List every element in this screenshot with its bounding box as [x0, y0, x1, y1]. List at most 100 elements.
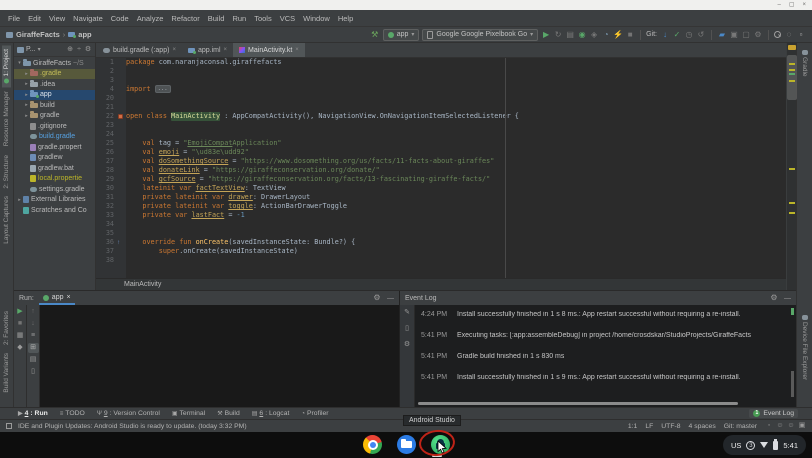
apply-changes-icon[interactable]: ⚡: [613, 30, 623, 40]
build-hammer-icon[interactable]: ⚒: [370, 30, 380, 40]
expand-arrow-icon[interactable]: ▸: [23, 102, 30, 108]
tree-item-gradle[interactable]: ▸.gradle: [14, 69, 95, 80]
rollback-icon[interactable]: ↺: [696, 30, 706, 40]
notification-count[interactable]: 3: [746, 441, 755, 450]
wrap-icon[interactable]: ⊞: [28, 343, 39, 353]
history-icon[interactable]: ◷: [684, 30, 694, 40]
tree-item-giraffefacts[interactable]: ▾GiraffeFacts~/S: [14, 58, 95, 69]
tool-button-device-file-explorer[interactable]: Device File Explorer: [800, 311, 809, 384]
profiler-icon[interactable]: ◔: [601, 30, 611, 40]
warning-mark[interactable]: [789, 80, 795, 82]
restore-button[interactable]: ▢: [789, 2, 795, 8]
editor-breadcrumb[interactable]: MainActivity: [96, 278, 786, 290]
tool-button-layout-captures[interactable]: Layout Captures: [2, 192, 11, 248]
menu-run[interactable]: Run: [228, 12, 250, 25]
settings-icon[interactable]: ⚙: [84, 45, 92, 55]
stop-icon[interactable]: ■: [625, 30, 635, 40]
run-tab-app[interactable]: app ×: [39, 291, 75, 305]
expand-arrow-icon[interactable]: ▸: [23, 113, 30, 119]
tool-window-button-9-version-control[interactable]: Ψ9: Version Control: [97, 410, 160, 417]
locate-icon[interactable]: ⊕: [66, 45, 74, 55]
menu-view[interactable]: View: [45, 12, 69, 25]
run-configuration-select[interactable]: app: [383, 29, 420, 41]
warning-mark[interactable]: [789, 212, 795, 214]
run-icon[interactable]: ▶: [541, 30, 551, 40]
minimize-button[interactable]: –: [777, 2, 780, 8]
expand-arrow-icon[interactable]: ▾: [16, 60, 23, 66]
tool-windows-toggle-icon[interactable]: [6, 423, 12, 429]
expand-arrow-icon[interactable]: ▸: [16, 197, 23, 203]
files-icon[interactable]: [397, 435, 416, 454]
android-studio-icon[interactable]: [431, 435, 450, 454]
clock[interactable]: 5:41: [783, 441, 798, 450]
edit-icon[interactable]: ✎: [402, 308, 412, 318]
search-icon[interactable]: [774, 31, 781, 38]
layout-inspector-icon[interactable]: ▣: [729, 30, 739, 40]
vertical-scrollbar[interactable]: [791, 371, 794, 397]
chrome-icon[interactable]: [363, 435, 382, 454]
tool-button-resource-manager[interactable]: Resource Manager: [2, 87, 11, 150]
down-icon[interactable]: ↓: [28, 319, 39, 329]
menu-tools[interactable]: Tools: [250, 12, 276, 25]
tab-app-iml[interactable]: app.iml×: [182, 43, 233, 57]
device-select[interactable]: Google Google Pixelbook Go: [422, 29, 538, 41]
print-icon[interactable]: ▤: [28, 355, 39, 365]
file-encoding[interactable]: UTF-8: [661, 423, 680, 430]
tree-item-gradlew[interactable]: gradlew: [14, 153, 95, 164]
clear-icon[interactable]: ▯: [28, 367, 39, 377]
tab-build-gradle-app[interactable]: build.gradle (:app)×: [97, 43, 182, 57]
search-icon[interactable]: ◌: [784, 30, 794, 40]
tree-item-gradle[interactable]: ▸gradle: [14, 111, 95, 122]
notifications-icon[interactable]: ▣: [798, 421, 806, 431]
open-folder-icon[interactable]: ▰: [717, 30, 727, 40]
tool-button-build-variants[interactable]: Build Variants: [2, 349, 11, 397]
git-branch[interactable]: Git: master: [724, 423, 757, 430]
warning-mark[interactable]: [789, 63, 795, 65]
gradle-face-icon[interactable]: ☺: [776, 421, 784, 431]
sdk-manager-icon[interactable]: ⚙: [753, 30, 763, 40]
memory-face-icon[interactable]: ☺: [787, 421, 795, 431]
menu-build[interactable]: Build: [204, 12, 229, 25]
tree-item-gradle-propert[interactable]: gradle.propert: [14, 142, 95, 153]
coverage-icon[interactable]: ▤: [565, 30, 575, 40]
breadcrumb-module[interactable]: app: [78, 30, 91, 39]
collapse-all-icon[interactable]: ÷: [75, 45, 83, 55]
tool-window-button-build[interactable]: ⚒Build: [217, 410, 240, 417]
tree-item-scratches-and-co[interactable]: Scratches and Co: [14, 205, 95, 216]
debug-icon[interactable]: ◉: [577, 30, 587, 40]
menu-file[interactable]: File: [4, 12, 24, 25]
stop-icon[interactable]: ■: [15, 319, 26, 329]
editor-scrollbar[interactable]: [787, 55, 797, 100]
tree-item-build-gradle[interactable]: build.gradle: [14, 132, 95, 143]
tool-window-button-terminal[interactable]: ▣Terminal: [172, 410, 205, 417]
warning-mark[interactable]: [789, 168, 795, 170]
class-icon[interactable]: [118, 114, 123, 119]
warning-mark[interactable]: [789, 202, 795, 204]
tree-item-idea[interactable]: ▸.idea: [14, 79, 95, 90]
close-icon[interactable]: ×: [295, 47, 299, 53]
tool-window-button-todo[interactable]: ≡TODO: [60, 410, 85, 417]
tree-item-build[interactable]: ▸build: [14, 100, 95, 111]
window-icon[interactable]: ▦: [15, 331, 26, 341]
warning-mark[interactable]: [789, 69, 795, 71]
restore-layout-icon[interactable]: ▫: [796, 30, 806, 40]
event-log-button[interactable]: 1 Event Log: [749, 409, 798, 418]
avd-manager-icon[interactable]: ▢: [741, 30, 751, 40]
code-editor[interactable]: 1package com.naranjaconsal.giraffefacts2…: [96, 58, 786, 278]
minimize-icon[interactable]: —: [387, 295, 394, 302]
tree-item-external-libraries[interactable]: ▸External Libraries: [14, 195, 95, 206]
error-stripe[interactable]: [786, 43, 796, 290]
pin-icon[interactable]: ◆: [15, 343, 26, 353]
tool-button-2-structure[interactable]: 2: Structure: [2, 151, 11, 193]
tree-item-settings-gradle[interactable]: settings.gradle: [14, 184, 95, 195]
attach-icon[interactable]: ◈: [589, 30, 599, 40]
tool-button-2-favorites[interactable]: 2: Favorites: [2, 307, 11, 349]
breadcrumb-project[interactable]: GiraffeFacts: [16, 30, 60, 39]
menu-navigate[interactable]: Navigate: [69, 12, 107, 25]
wrench-icon[interactable]: ⚙: [402, 340, 412, 350]
tree-item-local-propertie[interactable]: local.propertie: [14, 174, 95, 185]
keyboard-layout[interactable]: US: [731, 441, 741, 450]
tool-window-button-profiler[interactable]: ◔Profiler: [301, 410, 328, 417]
menu-analyze[interactable]: Analyze: [133, 12, 168, 25]
unlock-icon[interactable]: ◦: [765, 421, 773, 431]
